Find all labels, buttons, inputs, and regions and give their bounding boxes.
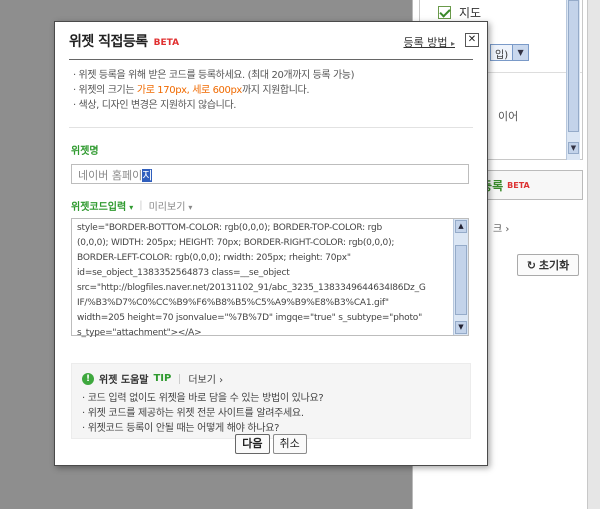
notice-text: · 색상, 디자인 변경은 지원하지 않습니다.	[73, 100, 237, 111]
widget-name-selection: 지	[142, 169, 153, 182]
help-link[interactable]: 등록 방법 ▸	[404, 34, 456, 50]
chevron-down-icon[interactable]: ▼	[512, 45, 529, 60]
notice-item: · 위젯 등록을 위해 받은 코드를 등록하세요. (최대 20개까지 등록 가…	[73, 68, 471, 83]
tab-divider: |	[139, 200, 143, 211]
dialog-actions: 다음 취소	[55, 434, 487, 454]
widget-help-tip-box: ! 위젯 도움말 TIP 더보기 › · 코드 입력 없이도 위젯을 바로 담을…	[71, 363, 471, 439]
chevron-down-icon: ▾	[129, 203, 134, 212]
position-select-value: 입)	[495, 50, 509, 61]
tip-badge: TIP	[153, 373, 172, 384]
next-button[interactable]: 다음	[235, 434, 270, 454]
tab-preview[interactable]: 미리보기 ▾	[149, 198, 193, 213]
close-icon[interactable]: ✕	[465, 33, 479, 47]
dialog-title: 위젯 직접등록	[69, 34, 148, 50]
list-scrollbar[interactable]: ▼	[566, 0, 580, 160]
notice-highlight: 가로 170px, 세로 600px	[136, 85, 242, 96]
code-tabs: 위젯코드입력 ▾ | 미리보기 ▾	[71, 198, 487, 213]
notice-text: 까지 지원합니다.	[241, 85, 310, 96]
widget-code-textarea[interactable]: style="BORDER-BOTTOM-COLOR: rgb(0,0,0); …	[71, 218, 469, 338]
reset-button-label: 초기화	[538, 259, 570, 272]
tip-list: · 코드 입력 없이도 위젯을 바로 담을 수 있는 방법이 있나요? · 위젯…	[82, 391, 324, 436]
widget-name-value: 네이버 홈페이	[78, 169, 143, 182]
tab-preview-label: 미리보기	[148, 202, 186, 213]
help-link-label: 등록 방법	[403, 36, 448, 49]
notice-list: · 위젯 등록을 위해 받은 코드를 등록하세요. (최대 20개까지 등록 가…	[55, 60, 487, 113]
page-scrollbar[interactable]	[587, 0, 600, 509]
tip-header: ! 위젯 도움말 TIP 더보기 ›	[82, 371, 223, 386]
tip-link[interactable]: · 위젯 코드를 제공하는 위젯 전문 사이트를 알려주세요.	[82, 406, 323, 421]
scroll-down-icon[interactable]: ▼	[455, 321, 467, 334]
layer-label: 이어	[498, 110, 519, 123]
cancel-button[interactable]: 취소	[272, 434, 307, 454]
widget-code-value[interactable]: style="BORDER-BOTTOM-COLOR: rgb(0,0,0); …	[77, 221, 450, 341]
more-link[interactable]: 더보기 ›	[188, 371, 223, 386]
position-select[interactable]: 입) ▼	[490, 44, 530, 61]
tip-divider	[179, 373, 181, 384]
code-scrollbar[interactable]: ▲ ▼	[453, 219, 468, 335]
notice-item: · 색상, 디자인 변경은 지원하지 않습니다.	[73, 98, 471, 113]
tip-link[interactable]: · 코드 입력 없이도 위젯을 바로 담을 수 있는 방법이 있나요?	[82, 391, 324, 406]
scrollbar-thumb[interactable]	[455, 245, 467, 315]
map-checkbox[interactable]	[438, 6, 451, 19]
tab-code-input[interactable]: 위젯코드입력 ▾	[71, 198, 133, 213]
header-divider	[69, 59, 473, 60]
widget-name-label: 위젯명	[71, 146, 99, 157]
section-divider	[69, 127, 473, 128]
map-option-row[interactable]: 지도	[438, 4, 481, 21]
info-icon: !	[82, 372, 94, 385]
scroll-up-icon[interactable]: ▲	[455, 220, 467, 233]
beta-badge: BETA	[153, 37, 180, 48]
link-item[interactable]: 크 ›	[493, 220, 509, 235]
refresh-icon: ↻	[526, 258, 536, 272]
chevron-down-icon: ▾	[188, 203, 193, 212]
map-checkbox-label: 지도	[459, 6, 482, 20]
arrow-right-icon: ▸	[450, 39, 455, 48]
notice-text: · 위젯의 크기는	[73, 85, 137, 96]
dialog-header: 위젯 직접등록 BETA 등록 방법 ▸ ✕	[55, 22, 487, 60]
scrollbar-thumb[interactable]	[568, 0, 579, 132]
beta-badge: BETA	[507, 180, 530, 190]
scroll-down-icon[interactable]: ▼	[568, 142, 579, 154]
widget-name-input[interactable]: 네이버 홈페이지	[71, 164, 469, 184]
tip-title: 위젯 도움말	[99, 375, 149, 386]
notice-text: · 위젯 등록을 위해 받은 코드를 등록하세요. (최대 20개까지 등록 가…	[73, 70, 355, 81]
tab-code-input-label: 위젯코드입력	[71, 202, 127, 213]
widget-register-dialog: 위젯 직접등록 BETA 등록 방법 ▸ ✕ · 위젯 등록을 위해 받은 코드…	[54, 21, 488, 466]
reset-button[interactable]: ↻ 초기화	[517, 254, 579, 276]
notice-item: · 위젯의 크기는 가로 170px, 세로 600px까지 지원합니다.	[73, 83, 471, 98]
